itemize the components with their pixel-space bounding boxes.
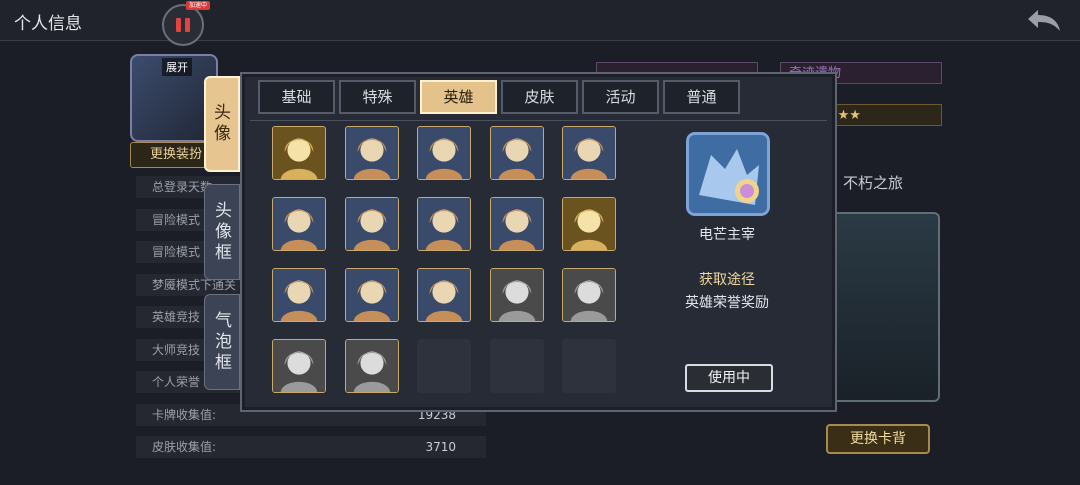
avatar-white-haired-elf[interactable] [417,126,471,180]
expand-label[interactable]: 展开 [162,58,192,76]
source-description: 英雄荣誉奖励 [685,295,769,311]
stat-value: 3710 [425,440,456,454]
stat-row: 皮肤收集值: 3710 [136,436,486,458]
avatar-grey-cat[interactable] [344,126,399,180]
side-tab-avatar[interactable]: 头像 [204,76,240,172]
stat-label: 皮肤收集值: [152,440,217,454]
grey-cat-icon [345,127,398,179]
avatar-brown-haired-warrior[interactable] [489,126,544,180]
speed-badge: 加速中 [186,1,211,10]
divider [250,120,827,121]
empty-avatar-slot [489,339,544,393]
stat-label: 卡牌收集值: [152,407,217,422]
card-back-preview [820,212,940,402]
avatar-name: 电芒主宰 [699,227,755,243]
pause-icon [176,18,181,32]
side-tab-bubble-frame[interactable]: 气泡框 [204,294,240,390]
avatar-hooded-gold-mask[interactable] [272,268,326,322]
lion-mane-warrior-icon [418,198,470,250]
dark-haired-figure-icon [490,269,543,321]
shadow-demon-icon [418,269,470,321]
avatar-select-modal: 基础 特殊 英雄 皮肤 活动 普通 电芒主宰 获取途径 英雄荣誉奖励 使用中 [240,72,837,412]
avatar-red-crested-warrior[interactable] [562,126,616,180]
avatar-bald-elder[interactable] [562,268,616,322]
avatar-dark-haired-figure[interactable] [489,268,544,322]
silver-haired-mage-icon [490,198,543,250]
stat-label: 个人荣誉 [152,375,201,389]
tab-0[interactable]: 基础 [258,80,335,114]
page-title: 个人信息 [14,14,82,34]
red-crested-warrior-icon [563,127,615,179]
avatar-golden-helm-knight[interactable] [272,126,326,180]
horned-gold-armor-icon [563,198,615,250]
tab-4[interactable]: 活动 [582,80,659,114]
stat-label: 冒险模式 [152,212,201,227]
avatar-silver-crown-queen[interactable] [272,339,326,393]
golden-helm-knight-icon [273,127,325,179]
tab-2[interactable]: 英雄 [420,80,497,114]
purple-hat-rogue-icon [273,198,325,250]
brown-haired-warrior-icon [490,127,543,179]
journey-title: 不朽之旅 [843,174,904,192]
avatar-blonde-warrior[interactable] [344,268,399,322]
stat-label: 总登录天数 [152,180,213,194]
change-cardback-button[interactable]: 更换卡背 [826,424,930,454]
tab-1[interactable]: 特殊 [339,80,416,114]
stat-label: 英雄竞技 [152,310,201,324]
stat-label: 大师竞技 [152,342,201,357]
avatar-silver-haired-mage[interactable] [489,197,544,251]
back-arrow-icon[interactable] [1024,6,1064,34]
silver-crown-queen-icon [273,340,325,392]
hooded-gold-mask-icon [273,269,325,321]
avatar-hooded-dark-figure[interactable] [344,339,399,393]
avatar-horned-gold-armor[interactable] [562,197,616,251]
pause-button[interactable] [162,4,204,46]
avatar-shadow-demon[interactable] [417,268,471,322]
blonde-warrior-icon [345,269,398,321]
in-use-button[interactable]: 使用中 [685,364,773,392]
selected-avatar-preview [686,132,770,216]
avatar-lion-mane-warrior[interactable] [417,197,471,251]
empty-avatar-slot [562,339,616,393]
hooded-dark-figure-icon [345,340,398,392]
tab-5[interactable]: 普通 [663,80,740,114]
stat-label: 冒险模式 [152,245,201,259]
tab-3[interactable]: 皮肤 [501,80,578,114]
source-title: 获取途径 [699,272,755,288]
avatar-purple-hat-rogue[interactable] [272,197,326,251]
dragon-avatar-icon [689,135,767,213]
empty-avatar-slot [417,339,471,393]
bald-elder-icon [563,269,615,321]
white-haired-elf-icon [418,127,470,179]
side-tab-avatar-frame[interactable]: 头像框 [204,184,240,280]
avatar-goat-horned-beast[interactable] [344,197,399,251]
goat-horned-beast-icon [345,198,398,250]
